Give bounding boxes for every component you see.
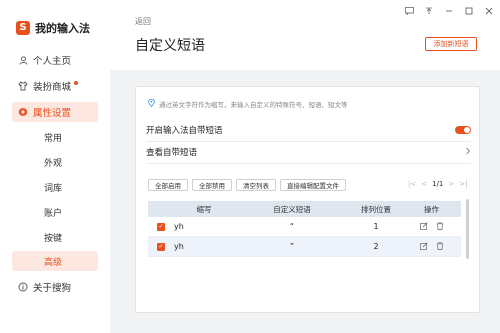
clear-list-button[interactable]: 清空列表 [236, 179, 276, 191]
table-scrollbar[interactable] [466, 199, 469, 259]
brand: S 我的输入法 [16, 20, 90, 36]
nav-item-settings[interactable]: 属性设置 [12, 102, 98, 122]
maximize-icon[interactable] [464, 6, 474, 16]
delete-icon[interactable] [436, 221, 444, 232]
table-row: ✓ yh “ 1 [148, 217, 461, 237]
setting-enable-builtin: 开启输入法自带短语 [146, 119, 471, 141]
delete-icon[interactable] [436, 241, 444, 252]
toolbar: 全部启用 全部禁用 清空列表 直接编辑配置文件 [148, 179, 346, 191]
location-pin-icon [148, 98, 155, 109]
nav-item-store[interactable]: 装扮商城 [12, 76, 98, 96]
phrase-card: 通过英文字符作为缩写，来输入自定义的特殊符号、短语、短文等 开启输入法自带短语 … [135, 86, 480, 313]
edit-config-file-button[interactable]: 直接编辑配置文件 [280, 179, 346, 191]
pin-icon[interactable] [424, 6, 434, 16]
first-page-button[interactable]: |< [408, 180, 416, 188]
gear-icon [18, 107, 28, 117]
sub-item-keys[interactable]: 按键 [12, 227, 98, 247]
position-cell: 2 [373, 242, 379, 251]
edit-icon[interactable] [419, 221, 428, 232]
main-panel: 返回 自定义短语 添加新短语 通过英文字符作为缩写，来输入自定义的特殊符号、短语… [110, 0, 500, 333]
sub-item-common[interactable]: 常用 [12, 127, 98, 147]
setting-view-label: 查看自带短语 [146, 148, 198, 158]
close-icon[interactable] [484, 6, 494, 16]
sub-item-account[interactable]: 账户 [12, 202, 98, 222]
column-header-phrase: 自定义短语 [273, 204, 311, 214]
actions-cell [402, 221, 461, 232]
prev-page-button[interactable]: < [421, 180, 427, 188]
nav-item-label: 关于搜狗 [33, 283, 72, 294]
nav-item-label: 属性设置 [33, 108, 72, 119]
position-cell: 1 [373, 222, 379, 231]
back-link[interactable]: 返回 [135, 16, 151, 27]
nav-item-label: 装扮商城 [33, 82, 72, 93]
next-page-button[interactable]: > [448, 180, 454, 188]
nav-item-label: 个人主页 [33, 56, 72, 67]
phrase-table: 缩写 自定义短语 排列位置 操作 ✓ yh “ 1 ✓ yh ” 2 [148, 201, 461, 257]
sub-item-advanced[interactable]: 高级 [12, 251, 98, 271]
row-checkbox[interactable]: ✓ [157, 242, 165, 251]
brand-name: 我的输入法 [35, 22, 90, 35]
add-phrase-button[interactable]: 添加新短语 [425, 37, 477, 51]
info-icon [18, 282, 28, 292]
hint: 通过英文字符作为缩写，来输入自定义的特殊符号、短语、短文等 [148, 98, 348, 109]
setting-view-builtin[interactable]: 查看自带短语 [146, 141, 471, 163]
sidebar: S 我的输入法 个人主页 装扮商城 属性设置 常用 外观 词库 账户 按键 高级… [0, 0, 110, 333]
sogou-logo-icon: S [16, 21, 30, 35]
column-header-actions: 操作 [424, 204, 439, 214]
hint-text: 通过英文字符作为缩写，来输入自定义的特殊符号、短语、短文等 [159, 101, 348, 109]
table-header: 缩写 自定义短语 排列位置 操作 [148, 201, 461, 217]
page-title: 自定义短语 [135, 38, 205, 54]
disable-all-button[interactable]: 全部禁用 [192, 179, 232, 191]
chevron-right-icon [465, 147, 471, 158]
feedback-icon[interactable] [404, 6, 414, 16]
edit-icon[interactable] [419, 241, 428, 252]
column-header-position: 排列位置 [361, 204, 391, 214]
minimize-icon[interactable] [444, 6, 454, 16]
shirt-icon [18, 81, 28, 91]
phrase-cell: ” [289, 242, 295, 251]
divider [146, 163, 471, 164]
enable-all-button[interactable]: 全部启用 [148, 179, 188, 191]
actions-cell [402, 241, 461, 252]
builtin-phrase-toggle[interactable] [455, 126, 471, 134]
page-indicator: 1/1 [432, 180, 444, 188]
setting-enable-label: 开启输入法自带短语 [146, 126, 223, 136]
column-header-abbr: 缩写 [196, 204, 212, 214]
nav-item-profile[interactable]: 个人主页 [12, 50, 98, 70]
abbr-cell: yh [174, 242, 184, 251]
sub-item-dictionary[interactable]: 词库 [12, 177, 98, 197]
pager: |< < 1/1 > >| [408, 180, 467, 188]
last-page-button[interactable]: >| [459, 180, 467, 188]
phrase-cell: “ [289, 222, 295, 231]
window-controls [404, 6, 494, 16]
nav-item-about[interactable]: 关于搜狗 [12, 277, 98, 297]
sub-item-appearance[interactable]: 外观 [12, 152, 98, 172]
row-checkbox[interactable]: ✓ [157, 222, 165, 231]
table-row: ✓ yh ” 2 [148, 237, 461, 257]
user-icon [18, 55, 28, 65]
abbr-cell: yh [174, 222, 184, 231]
new-badge-dot [74, 81, 79, 85]
